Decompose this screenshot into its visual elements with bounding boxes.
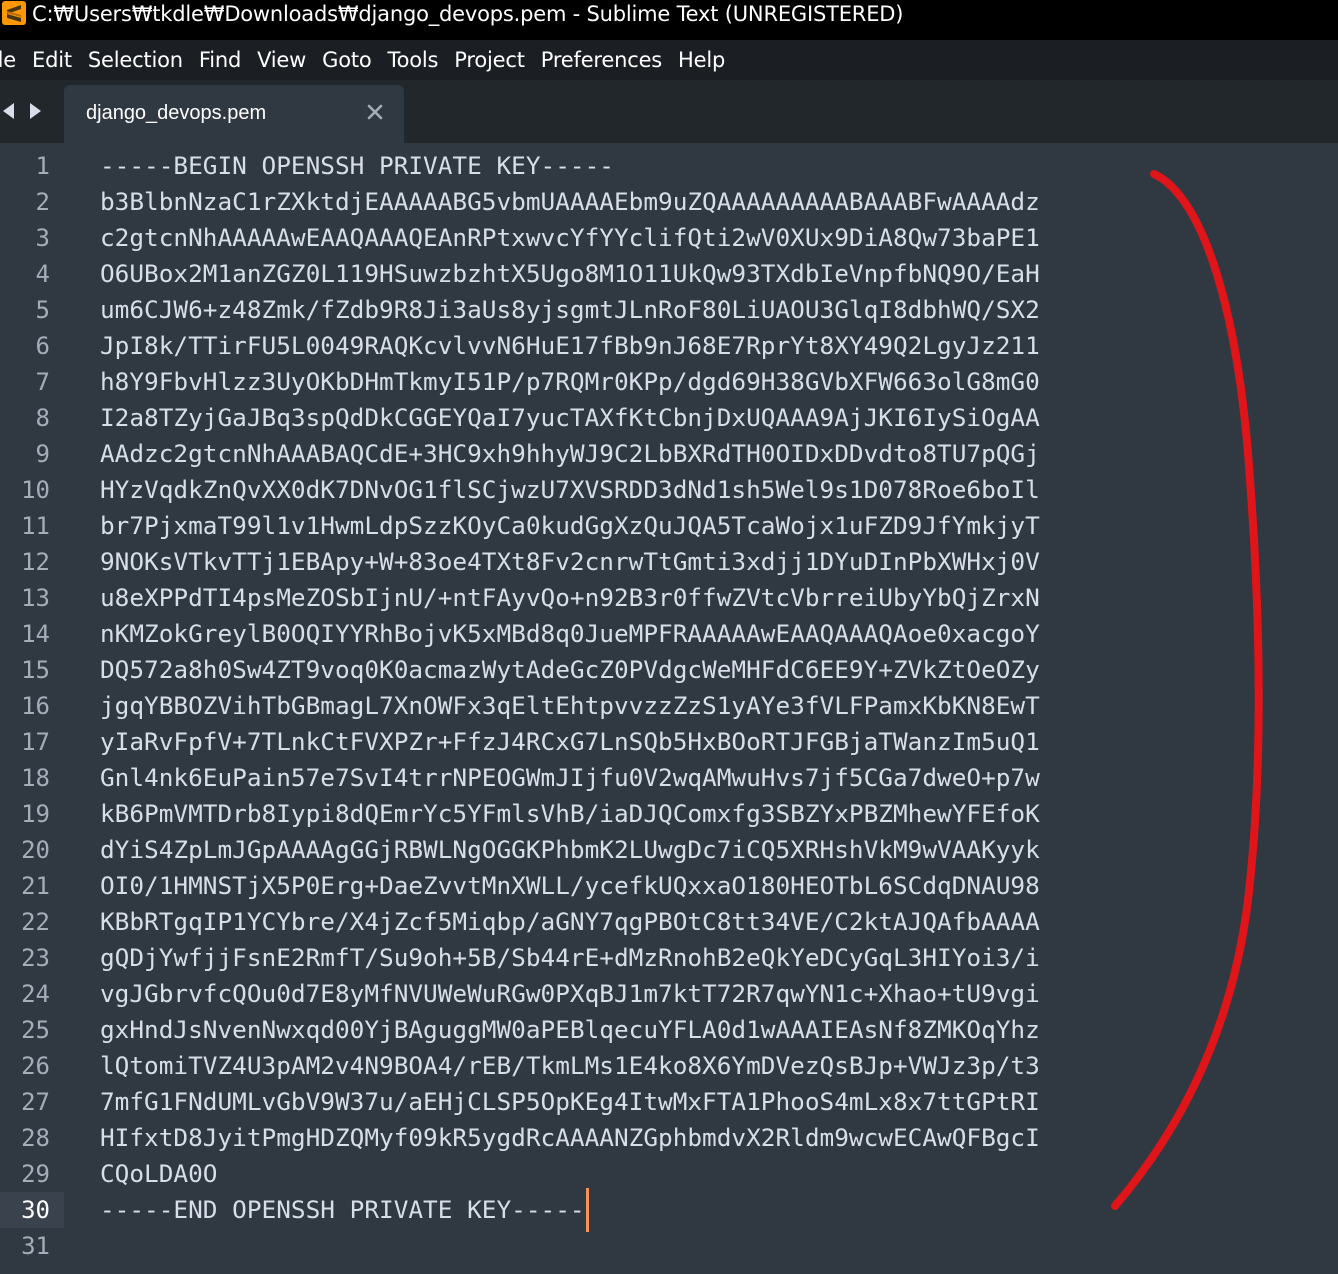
code-line[interactable]: h8Y9FbvHlzz3UyOKbDHmTkmyI51P/p7RQMr0KPp/… [100,364,1040,400]
menu-selection[interactable]: Selection [80,48,191,72]
line-number: 29 [21,1160,50,1188]
code-line[interactable]: DQ572a8h0Sw4ZT9voq0K0acmazWytAdeGcZ0PVdg… [100,652,1040,688]
code-line[interactable]: 7mfG1FNdUMLvGbV9W37u/aEHjCLSP5OpKEg4ItwM… [100,1084,1040,1120]
code-line[interactable]: HYzVqdkZnQvXX0dK7DNvOG1flSCjwzU7XVSRDD3d… [100,472,1040,508]
menu-edit[interactable]: Edit [24,48,80,72]
close-icon[interactable] [366,103,384,121]
code-line[interactable]: gxHndJsNvenNwxqd00YjBAguggMW0aPEBlqecuYF… [100,1012,1040,1048]
code-line[interactable]: u8eXPPdTI4psMeZOSbIjnU/+ntFAyvQo+n92B3r0… [100,580,1040,616]
editor-area[interactable]: 1 2 3 4 5 6 7 8 9 10 11 12 13 14 15 16 17 18 19 20 21 22 23 24 2… [0,143,1338,1274]
tab-navigation [0,100,44,122]
code-line[interactable]: -----BEGIN OPENSSH PRIVATE KEY----- [100,148,614,184]
tab-label: django_devops.pem [86,102,267,124]
line-number: 21 [21,872,50,900]
line-number: 18 [21,764,50,792]
tab-bar: django_devops.pem [0,80,1338,143]
menu-project[interactable]: Project [446,48,532,72]
code-line[interactable]: lQtomiTVZ4U3pAM2v4N9BOA4/rEB/TkmLMs1E4ko… [100,1048,1040,1084]
code-line[interactable]: -----END OPENSSH PRIVATE KEY----- [100,1192,585,1228]
triangle-left-icon[interactable] [0,100,18,122]
line-number: 4 [35,260,50,288]
line-number: 16 [21,692,50,720]
code-line[interactable]: yIaRvFpfV+7TLnkCtFVXPZr+FfzJ4RCxG7LnSQb5… [100,724,1040,760]
menu-tools[interactable]: Tools [380,48,447,72]
line-number: 23 [21,944,50,972]
line-number: 30 [0,1192,64,1228]
line-number: 25 [21,1016,50,1044]
code-line[interactable]: br7PjxmaT99l1v1HwmLdpSzzKOyCa0kudGgXzQuJ… [100,508,1040,544]
window-title: C:₩Users₩tkdle₩Downloads₩django_devops.p… [32,2,904,26]
line-number: 6 [35,332,50,360]
triangle-right-icon[interactable] [26,100,44,122]
code-line[interactable]: OI0/1HMNSTjX5P0Erg+DaeZvvtMnXWLL/ycefkUQ… [100,868,1040,904]
line-number: 2 [35,188,50,216]
code-line[interactable]: nKMZokGreylB0OQIYYRhBojvK5xMBd8q0JueMPFR… [100,616,1040,652]
line-number: 12 [21,548,50,576]
code-line[interactable]: O6UBox2M1anZGZ0L119HSuwzbzhtX5Ugo8M1O11U… [100,256,1040,292]
line-number: 11 [21,512,50,540]
code-line[interactable]: kB6PmVMTDrb8Iypi8dQEmrYc5YFmlsVhB/iaDJQC… [100,796,1040,832]
code-line[interactable]: dYiS4ZpLmJGpAAAAgGGjRBWLNgOGGKPhbmK2LUwg… [100,832,1040,868]
line-number: 7 [35,368,50,396]
line-number: 28 [21,1124,50,1152]
line-number: 1 [35,152,50,180]
menu-goto[interactable]: Goto [314,48,379,72]
line-number: 27 [21,1088,50,1116]
code-line[interactable]: JpI8k/TTirFU5L0049RAQKcvlvvN6HuE17fBb9nJ… [100,328,1040,364]
line-number: 17 [21,728,50,756]
code-line[interactable]: um6CJW6+z48Zmk/fZdb9R8Ji3aUs8yjsgmtJLnRo… [100,292,1040,328]
menu-find[interactable]: Find [191,48,249,72]
line-number: 31 [21,1232,50,1260]
code-line[interactable]: b3BlbnNzaC1rZXktdjEAAAAABG5vbmUAAAAEbm9u… [100,184,1040,220]
code-line[interactable]: CQoLDA0O [100,1156,217,1192]
code-line[interactable]: jgqYBBOZVihTbGBmagL7XnOWFx3qEltEhtpvvzzZ… [100,688,1040,724]
line-number: 20 [21,836,50,864]
code-line[interactable]: c2gtcnNhAAAAAwEAAQAAAQEAnRPtxwvcYfYYclif… [100,220,1040,256]
code-line[interactable]: KBbRTgqIP1YCYbre/X4jZcf5Miqbp/aGNY7qgPBO… [100,904,1040,940]
menu-view[interactable]: View [249,48,314,72]
code-line[interactable]: 9NOKsVTkvTTj1EBApy+W+83oe4TXt8Fv2cnrwTtG… [100,544,1040,580]
line-number: 9 [35,440,50,468]
menu-help[interactable]: Help [670,48,733,72]
line-number: 22 [21,908,50,936]
menu-preferences[interactable]: Preferences [533,48,670,72]
code-line[interactable]: Gnl4nk6EuPain57e7SvI4trrNPEOGWmJIjfu0V2w… [100,760,1040,796]
code-line[interactable]: HIfxtD8JyitPmgHDZQMyf09kR5ygdRcAAAANZGph… [100,1120,1040,1156]
line-number: 10 [21,476,50,504]
sublime-text-icon [2,1,26,25]
title-bar: C:₩Users₩tkdle₩Downloads₩django_devops.p… [0,0,1338,40]
line-number: 3 [35,224,50,252]
line-number: 19 [21,800,50,828]
line-number: 26 [21,1052,50,1080]
line-number: 14 [21,620,50,648]
code-line[interactable]: vgJGbrvfcQOu0d7E8yMfNVUWeWuRGw0PXqBJ1m7k… [100,976,1040,1012]
code-line[interactable]: gQDjYwfjjFsnE2RmfT/Su9oh+5B/Sb44rE+dMzRn… [100,940,1040,976]
code-line[interactable]: AAdzc2gtcnNhAAABAQCdE+3HC9xh9hhyWJ9C2LbB… [100,436,1040,472]
line-number: 5 [35,296,50,324]
line-number: 13 [21,584,50,612]
menu-file[interactable]: ile [0,48,24,72]
menu-bar: ile Edit Selection Find View Goto Tools … [0,40,1338,80]
code-line[interactable]: I2a8TZyjGaJBq3spQdDkCGGEYQaI7yucTAXfKtCb… [100,400,1040,436]
line-number: 15 [21,656,50,684]
tab-django-devops-pem[interactable]: django_devops.pem [64,85,404,143]
line-number: 24 [21,980,50,1008]
line-number: 8 [35,404,50,432]
text-cursor [586,1188,589,1232]
